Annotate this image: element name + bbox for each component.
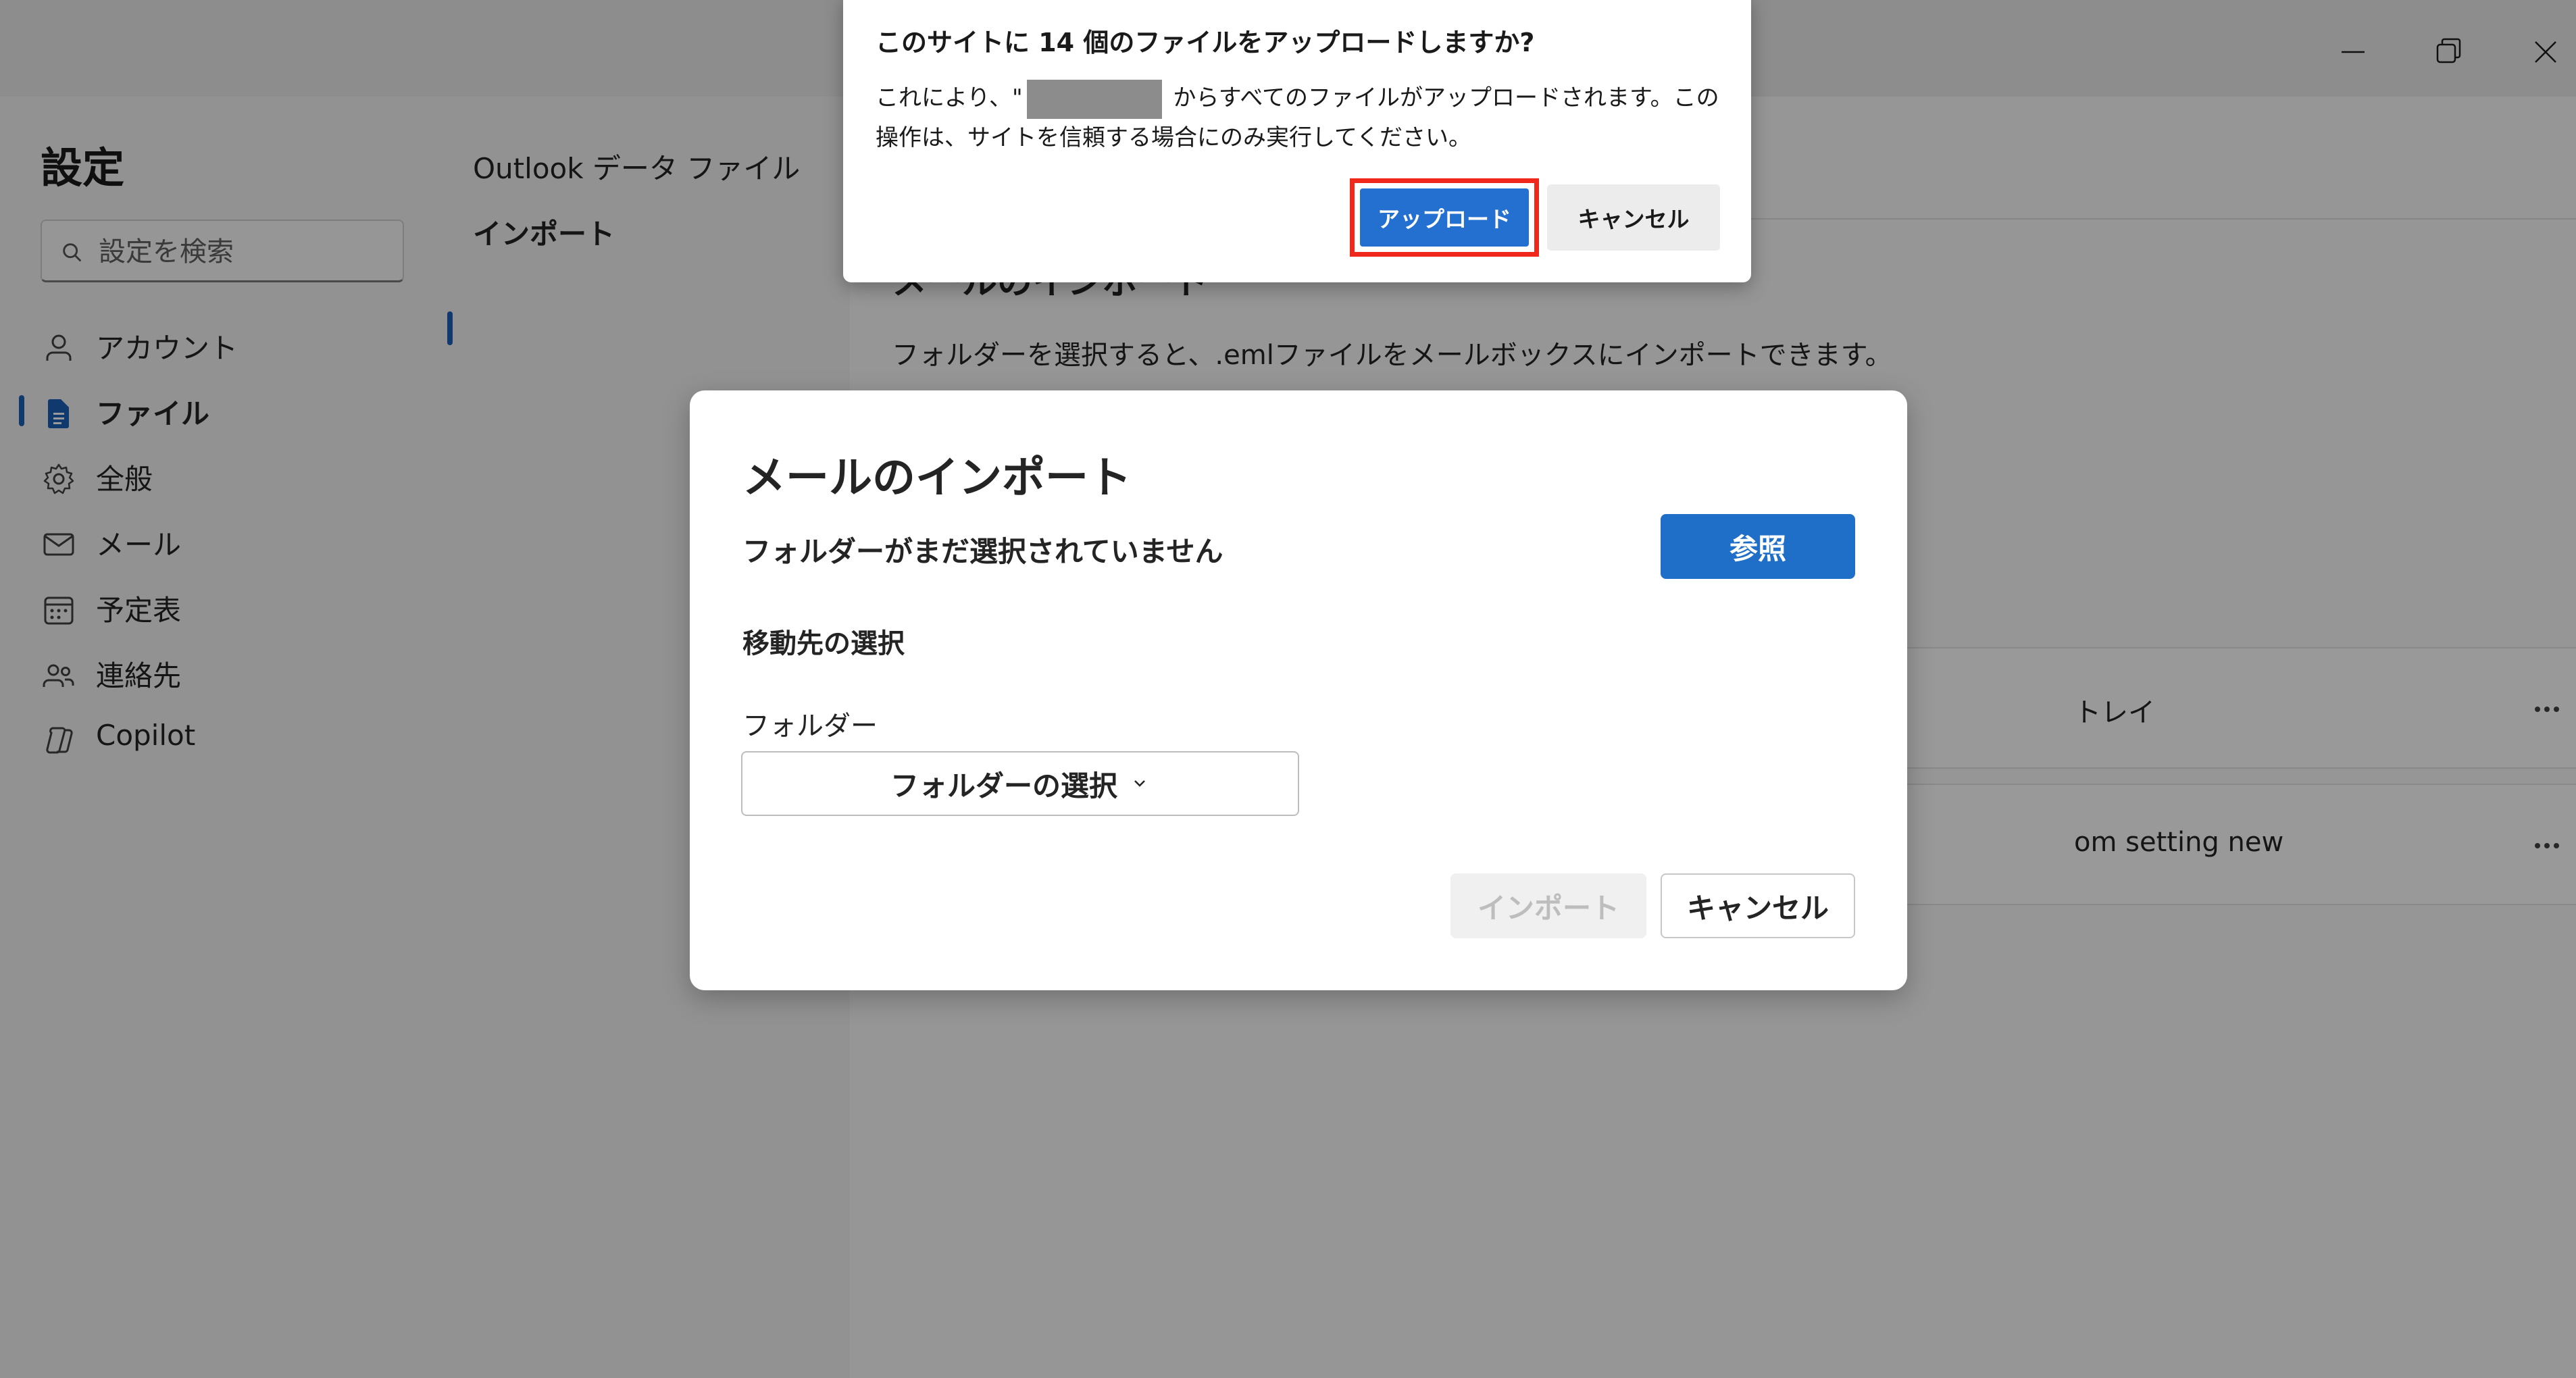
browse-button[interactable]: 参照: [1661, 514, 1855, 579]
prompt-title: このサイトに 14 個のファイルをアップロードしますか?: [876, 28, 1535, 57]
chevron-down-icon: [1134, 780, 1145, 787]
prompt-message-prefix: これにより、": [876, 84, 1023, 111]
dialog-cancel-button[interactable]: キャンセル: [1661, 873, 1855, 938]
prompt-cancel-button[interactable]: キャンセル: [1547, 184, 1720, 251]
redacted-folder-name: [1026, 79, 1162, 119]
import-button[interactable]: インポート: [1450, 873, 1646, 938]
dialog-title: メールのインポート: [742, 453, 1132, 503]
folder-select-dropdown[interactable]: フォルダーの選択: [741, 751, 1299, 816]
folder-status: フォルダーがまだ選択されていません: [742, 535, 1223, 568]
folder-label: フォルダー: [742, 711, 878, 742]
upload-button[interactable]: アップロード: [1360, 188, 1529, 247]
destination-heading: 移動先の選択: [742, 628, 905, 659]
upload-button-highlight: アップロード: [1350, 178, 1539, 257]
prompt-message: これにより、" からすべてのファイルがアップロードされます。この操作は、サイトを…: [876, 79, 1727, 157]
folder-select-label: フォルダーの選択: [890, 769, 1117, 802]
import-mail-dialog: メールのインポート フォルダーがまだ選択されていません 参照 移動先の選択 フォ…: [690, 390, 1907, 990]
